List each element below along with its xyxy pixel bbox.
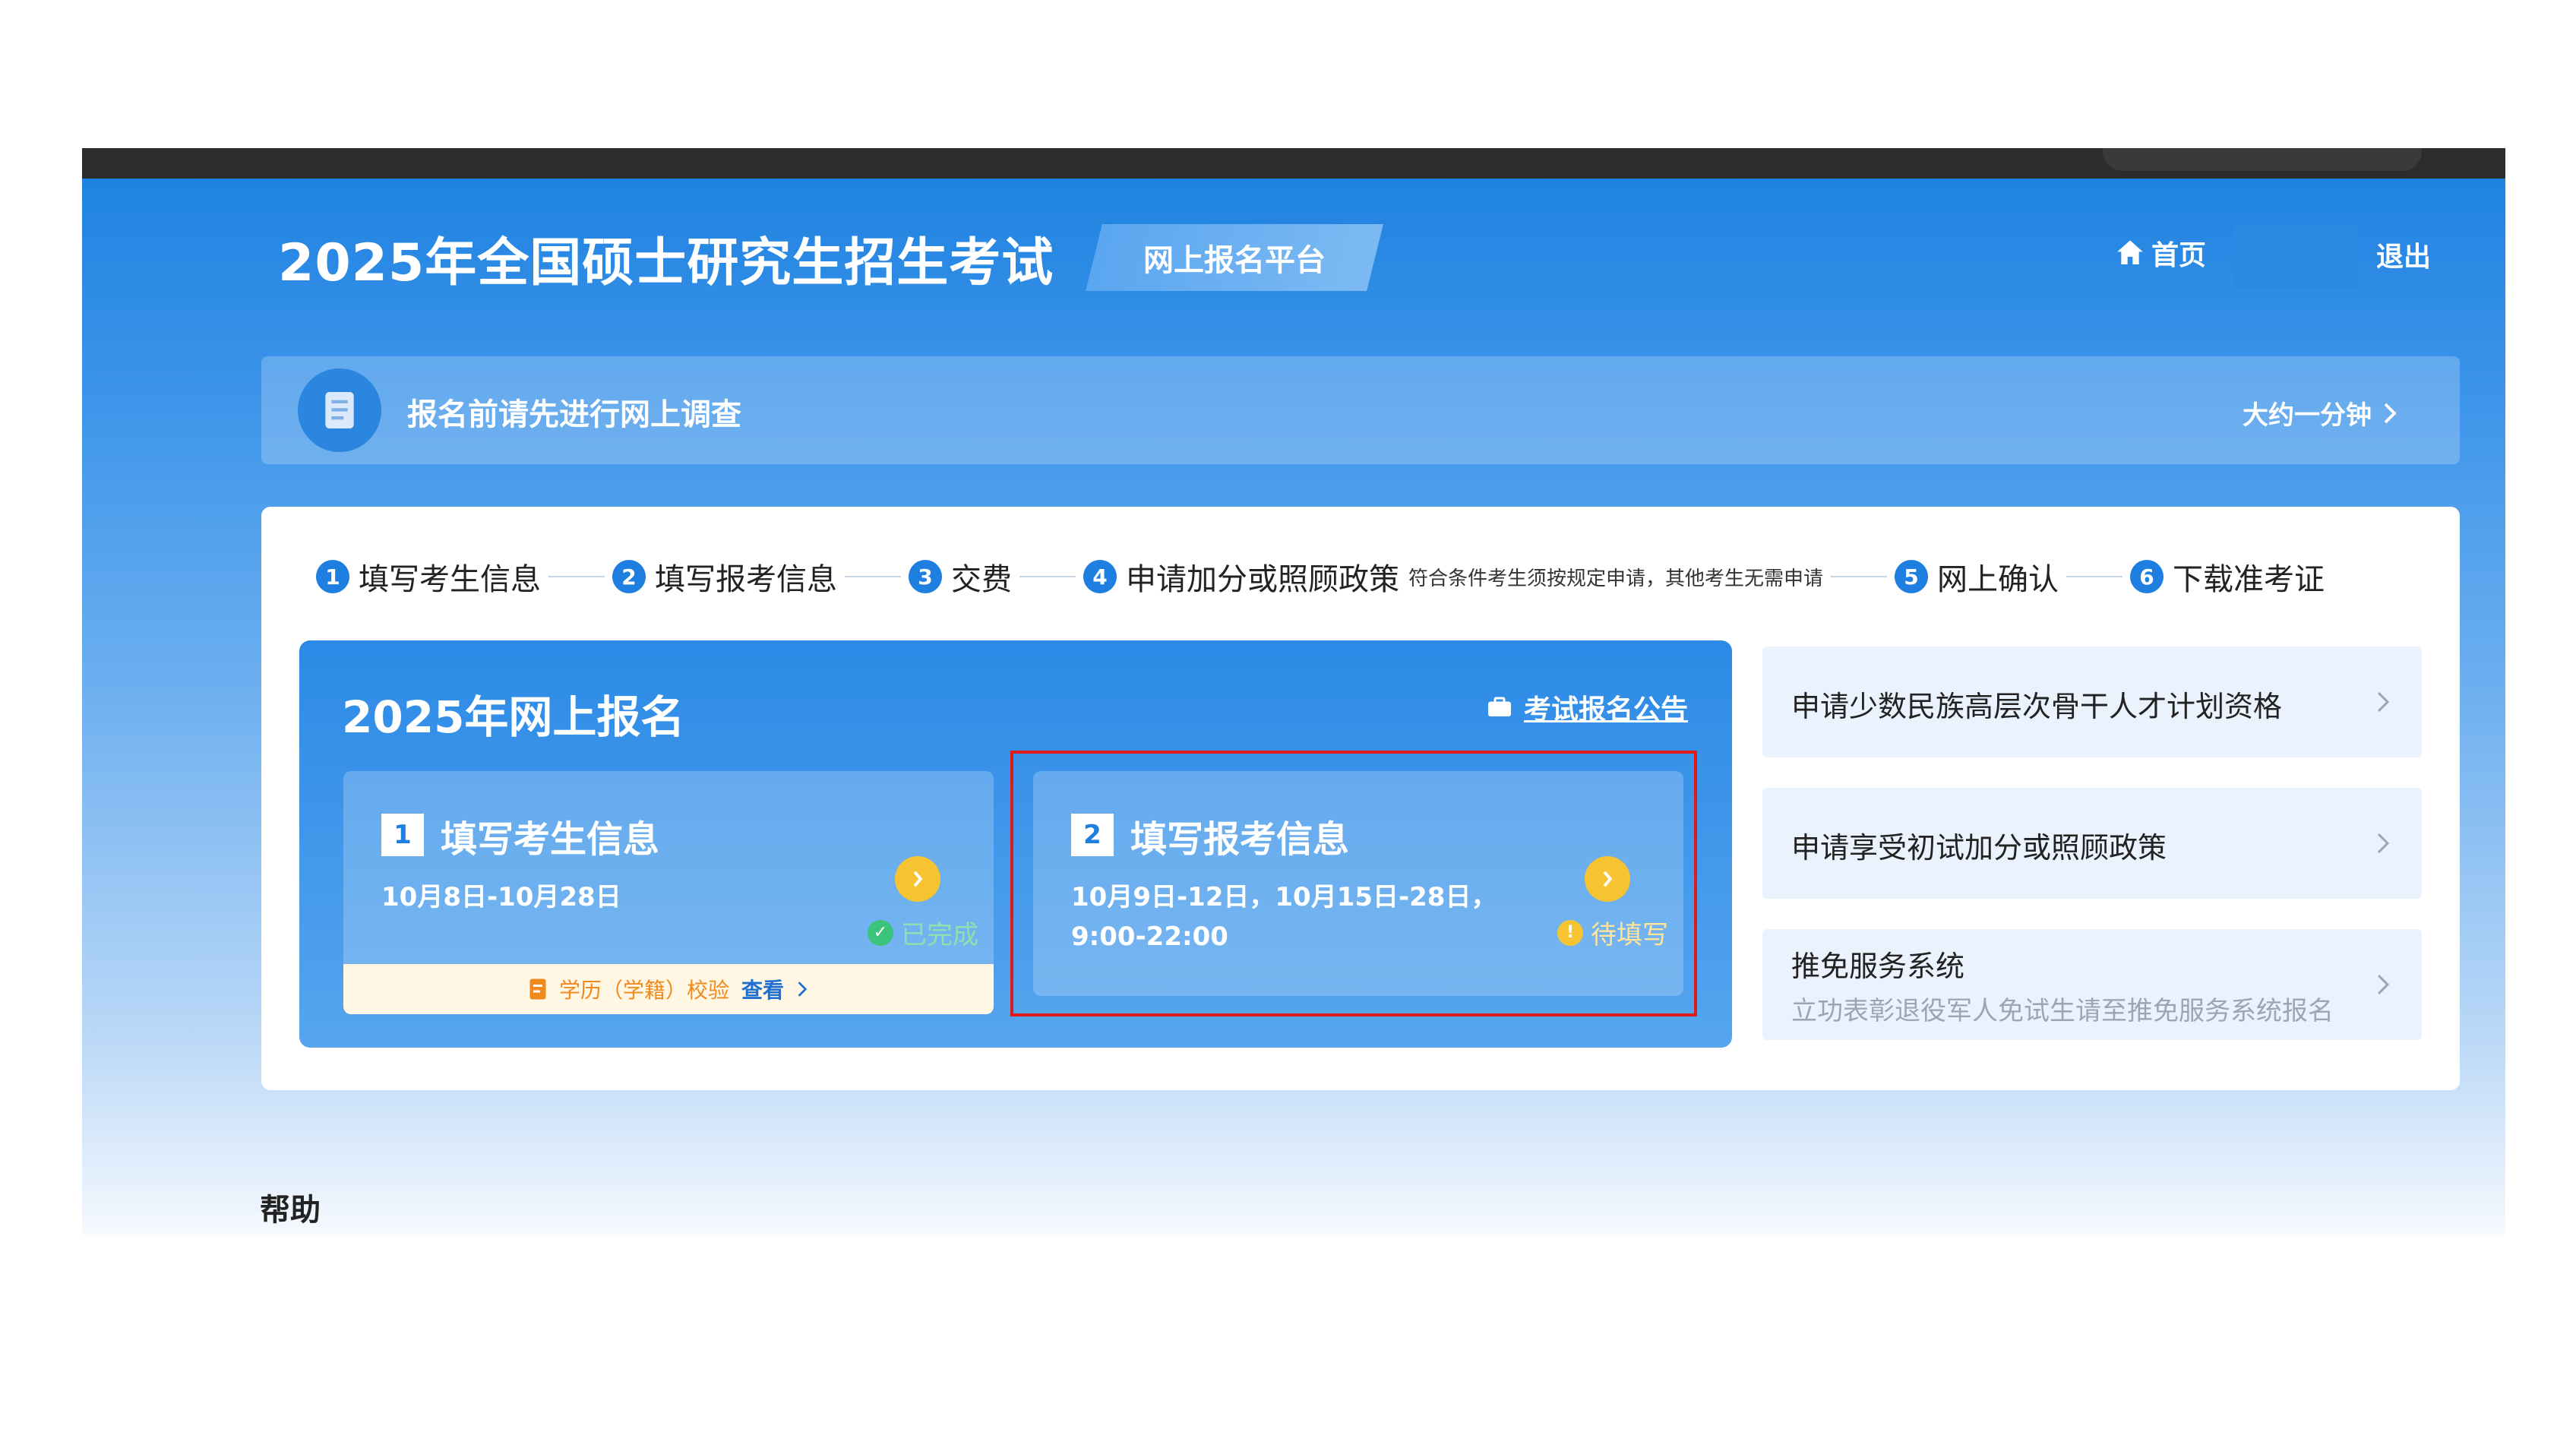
check-circle-icon: ✓ <box>868 919 893 946</box>
side-item-title: 申请少数民族高层次骨干人才计划资格 <box>1791 690 2283 723</box>
survey-duration-label: 大约一分钟 <box>2243 400 2372 431</box>
enter-arrow-icon[interactable] <box>895 856 940 902</box>
step-connector <box>845 576 901 577</box>
briefcase-icon <box>1487 697 1511 716</box>
step-label: 交费 <box>951 562 1012 597</box>
step-connector <box>1019 576 1076 577</box>
step-4: 4 申请加分或照顾政策 符合条件考生须按规定申请，其他考生无需申请 <box>1083 555 1823 599</box>
card-status-label: 已完成 <box>901 920 978 950</box>
process-steps: 1 填写考生信息 2 填写报考信息 3 交费 4 申请加分或照顾政策 符合条件考… <box>316 554 2325 599</box>
exam-notice-label: 考试报名公告 <box>1523 694 1688 726</box>
chevron-right-icon <box>2377 833 2390 854</box>
survey-banner[interactable]: 报名前请先进行网上调查 大约一分钟 <box>261 356 2460 464</box>
card-number: 1 <box>381 814 424 856</box>
step-note: 符合条件考生须按规定申请，其他考生无需申请 <box>1408 567 1824 590</box>
survey-scroll-icon <box>298 368 381 452</box>
side-item-bonus-policy[interactable]: 申请享受初试加分或照顾政策 <box>1762 788 2422 899</box>
card-title: 填写考生信息 <box>441 818 660 861</box>
step-connector <box>1831 576 1888 577</box>
user-name-box[interactable] <box>2233 226 2358 288</box>
step-number: 2 <box>612 560 646 593</box>
fill-candidate-info-card[interactable]: 1 填写考生信息 10月8日-10月28日 ✓ 已完成 学历（学籍）校验 查看 <box>343 771 994 1014</box>
survey-duration[interactable]: 大约一分钟 <box>2243 394 2399 432</box>
step-6: 6 下载准考证 <box>2130 555 2325 599</box>
side-item-title: 推免服务系统 <box>1791 950 1965 983</box>
step-3: 3 交费 <box>909 555 1012 599</box>
site-title: 2025年全国硕士研究生招生考试 <box>278 233 1054 293</box>
platform-tag: 网上报名平台 <box>1086 224 1383 291</box>
highlight-box <box>1010 751 1697 1016</box>
chevron-right-icon <box>2384 403 2397 423</box>
panel-title: 2025年网上报名 <box>342 691 685 743</box>
home-icon <box>2117 240 2143 264</box>
step-label: 填写考生信息 <box>359 562 541 597</box>
card-date: 10月8日-10月28日 <box>381 882 621 912</box>
step-1: 1 填写考生信息 <box>316 555 541 599</box>
help-heading: 帮助 <box>260 1193 321 1228</box>
side-item-subtitle: 立功表彰退役军人免试生请至推免服务系统报名 <box>1791 996 2334 1026</box>
browser-top-bar <box>82 148 2505 179</box>
step-label: 网上确认 <box>1937 562 2059 597</box>
step-label: 填写报考信息 <box>655 562 837 597</box>
verification-label: 学历（学籍）校验 <box>558 978 729 1003</box>
document-icon <box>529 978 546 1000</box>
step-connector <box>2066 576 2123 577</box>
chevron-right-icon <box>2377 974 2390 995</box>
platform-tag-label: 网上报名平台 <box>1143 243 1326 278</box>
survey-text: 报名前请先进行网上调查 <box>407 397 741 432</box>
logout-link[interactable]: 退出 <box>2376 235 2431 274</box>
chevron-right-icon <box>798 982 808 997</box>
browser-tab[interactable] <box>2103 148 2422 171</box>
step-connector <box>548 576 605 577</box>
side-item-recommendation-system[interactable]: 推免服务系统 立功表彰退役军人免试生请至推免服务系统报名 <box>1762 929 2422 1040</box>
card-status-done: ✓ 已完成 <box>868 914 978 951</box>
step-number: 5 <box>1895 560 1929 593</box>
side-item-minority-talent[interactable]: 申请少数民族高层次骨干人才计划资格 <box>1762 647 2422 757</box>
view-link[interactable]: 查看 <box>741 974 784 1004</box>
education-verification-bar: 学历（学籍）校验 查看 <box>343 964 994 1014</box>
step-number: 6 <box>2130 560 2164 593</box>
step-number: 4 <box>1083 560 1117 593</box>
home-link[interactable]: 首页 <box>2115 233 2206 273</box>
exam-notice-link[interactable]: 考试报名公告 <box>1486 688 1688 727</box>
step-number: 3 <box>909 560 942 593</box>
home-link-label: 首页 <box>2151 240 2207 271</box>
browser-viewport: 2025年全国硕士研究生招生考试 网上报名平台 首页 退出 报名前请先进行网上调… <box>82 148 2505 1235</box>
step-2: 2 填写报考信息 <box>612 555 837 599</box>
chevron-right-icon <box>2377 691 2390 713</box>
step-number: 1 <box>316 560 349 593</box>
step-5: 5 网上确认 <box>1895 555 2059 599</box>
step-label: 申请加分或照顾政策 <box>1126 562 1399 597</box>
step-label: 下载准考证 <box>2173 562 2325 597</box>
side-item-title: 申请享受初试加分或照顾政策 <box>1791 831 2167 865</box>
